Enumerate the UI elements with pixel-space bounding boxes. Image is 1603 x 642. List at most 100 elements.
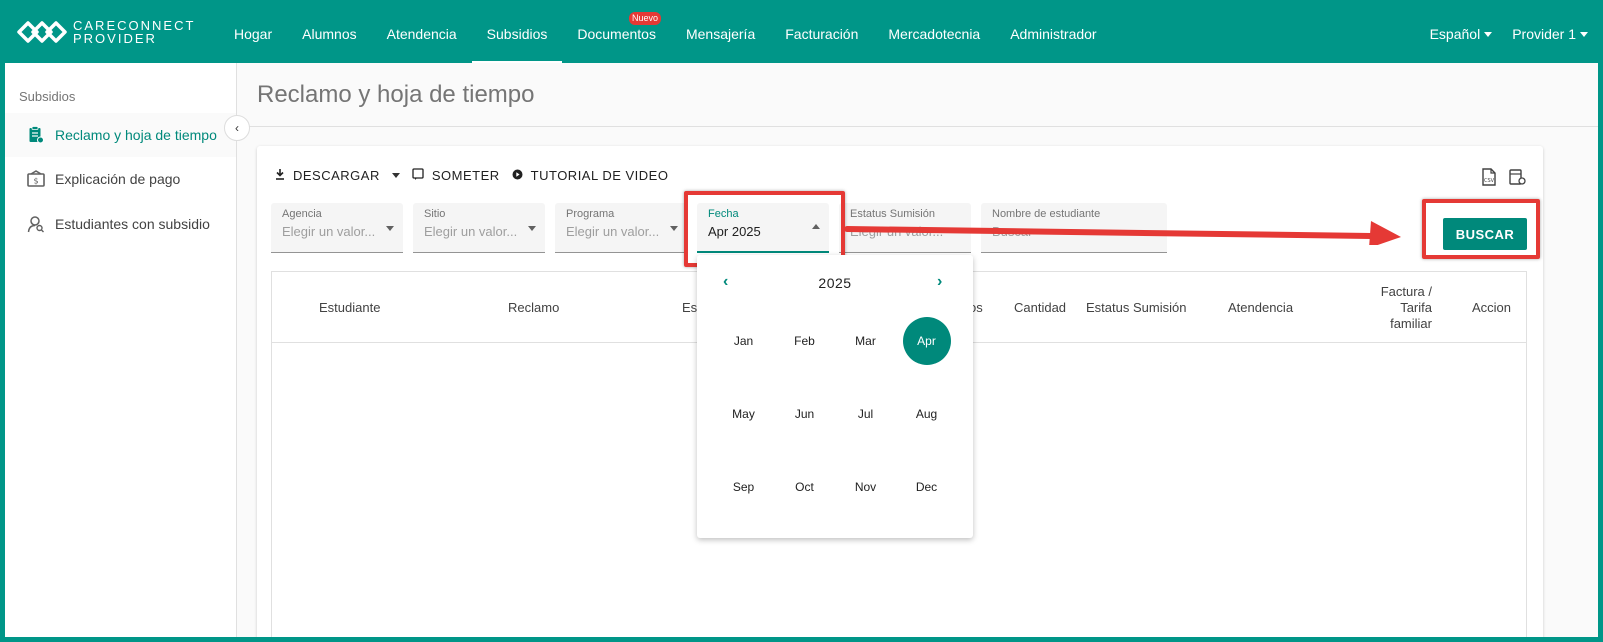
month-label: Nov <box>854 480 877 494</box>
toolbar-right: CSV <box>1481 168 1526 186</box>
csv-file-icon[interactable]: CSV <box>1481 168 1497 186</box>
month-picker: ‹ 2025 › Jan Feb Mar Apr May Jun Jul Aug… <box>697 255 973 538</box>
column-accion[interactable]: Accion <box>1472 272 1511 343</box>
nav-facturacion[interactable]: Facturación <box>770 5 873 63</box>
careconnect-logo-icon <box>17 21 67 43</box>
clipboard-icon <box>27 126 45 144</box>
chevron-down-icon[interactable] <box>391 173 400 178</box>
submit-button[interactable]: SOMETER <box>412 168 500 183</box>
toolbar: DESCARGAR SOMETER TUTORIAL DE VIDEO <box>275 168 680 183</box>
submit-label: SOMETER <box>431 168 500 183</box>
brand-line-2: PROVIDER <box>73 31 157 46</box>
month-feb[interactable]: Feb <box>774 317 835 390</box>
language-label: Español <box>1429 26 1481 42</box>
dropdown-arrow-icon <box>386 226 394 231</box>
collapse-sidebar-button[interactable]: ‹ <box>224 115 250 141</box>
annotation-arrow-icon <box>844 221 1401 245</box>
sitio-placeholder: Elegir un valor... <box>424 224 518 239</box>
nav-hogar[interactable]: Hogar <box>219 5 287 63</box>
nav-right: Español Provider 1 <box>1420 5 1598 63</box>
month-label: Aug <box>915 407 938 421</box>
sitio-label: Sitio <box>424 208 446 220</box>
top-navbar: CARECONNECT PROVIDER Hogar Alumnos Atend… <box>5 5 1598 63</box>
month-label: Mar <box>855 334 876 348</box>
month-jun[interactable]: Jun <box>774 390 835 463</box>
svg-text:CSV: CSV <box>1484 178 1495 184</box>
sidebar-item-label: Reclamo y hoja de tiempo <box>55 127 217 143</box>
download-button[interactable]: DESCARGAR <box>275 168 400 183</box>
month-dec[interactable]: Dec <box>896 463 957 536</box>
download-label: DESCARGAR <box>293 168 380 183</box>
page-title: Reclamo y hoja de tiempo <box>257 81 535 108</box>
user-label: Provider 1 <box>1512 26 1576 42</box>
sitio-select[interactable]: Sitio Elegir un valor... <box>413 203 545 253</box>
note-icon <box>412 168 424 183</box>
nav-administrador[interactable]: Administrador <box>995 5 1111 63</box>
sidebar-item-label: Explicación de pago <box>55 171 181 187</box>
dropdown-arrow-icon <box>670 226 678 231</box>
play-circle-icon <box>512 169 523 183</box>
month-mar[interactable]: Mar <box>835 317 896 390</box>
download-icon <box>275 168 285 183</box>
nav-subsidios[interactable]: Subsidios <box>471 5 563 63</box>
language-menu[interactable]: Español <box>1420 5 1503 63</box>
month-aug[interactable]: Aug <box>896 390 957 463</box>
sidebar-item-explicacion[interactable]: $ Explicación de pago <box>5 157 236 201</box>
chevron-right-icon[interactable]: › <box>937 273 942 291</box>
user-menu[interactable]: Provider 1 <box>1502 5 1598 63</box>
month-grid: Jan Feb Mar Apr May Jun Jul Aug Sep Oct … <box>713 317 957 536</box>
column-cantidad[interactable]: Cantidad <box>1014 272 1066 343</box>
column-estudiante[interactable]: Estudiante <box>319 272 380 343</box>
month-may[interactable]: May <box>713 390 774 463</box>
app-frame: CARECONNECT PROVIDER Hogar Alumnos Atend… <box>5 5 1598 637</box>
month-label: Dec <box>915 480 938 494</box>
chevron-down-icon <box>1484 31 1493 37</box>
month-oct[interactable]: Oct <box>774 463 835 536</box>
column-estado[interactable]: Es <box>682 272 697 343</box>
user-search-icon <box>27 215 45 233</box>
sidebar: Subsidios Reclamo y hoja de tiempo $ Exp… <box>5 63 237 637</box>
picker-year[interactable]: 2025 <box>697 275 973 291</box>
column-reclamo[interactable]: Reclamo <box>508 272 559 343</box>
video-tutorial-button[interactable]: TUTORIAL DE VIDEO <box>512 168 669 183</box>
buscar-highlight-box <box>1422 199 1540 259</box>
programa-label: Programa <box>566 208 615 220</box>
month-label: Jan <box>733 334 754 348</box>
programa-select[interactable]: Programa Elegir un valor... <box>555 203 687 253</box>
brand-logo[interactable]: CARECONNECT PROVIDER <box>15 17 195 47</box>
nav-atendencia[interactable]: Atendencia <box>372 5 472 63</box>
nav-mensajeria[interactable]: Mensajería <box>671 5 770 63</box>
month-label: Jul <box>857 407 874 421</box>
month-picker-header: ‹ 2025 › <box>697 255 973 309</box>
nav-alumnos[interactable]: Alumnos <box>287 5 371 63</box>
month-sep[interactable]: Sep <box>713 463 774 536</box>
column-estatus-sumision[interactable]: Estatus Sumisión <box>1086 272 1186 343</box>
chevron-left-icon: ‹ <box>235 121 239 135</box>
agencia-label: Agencia <box>282 208 322 220</box>
header-divider <box>237 126 1598 127</box>
svg-text:$: $ <box>33 177 38 186</box>
nav-documentos[interactable]: Documentos Nuevo <box>562 5 671 63</box>
video-tutorial-label: TUTORIAL DE VIDEO <box>530 168 669 183</box>
sidebar-title: Subsidios <box>19 89 76 104</box>
brand-text: CARECONNECT PROVIDER <box>73 19 195 45</box>
agencia-select[interactable]: Agencia Elegir un valor... <box>271 203 403 253</box>
month-apr-selected[interactable]: Apr <box>896 317 957 390</box>
column-atendencia[interactable]: Atendencia <box>1228 272 1293 343</box>
agencia-placeholder: Elegir un valor... <box>282 224 376 239</box>
programa-placeholder: Elegir un valor... <box>566 224 660 239</box>
month-jul[interactable]: Jul <box>835 390 896 463</box>
new-badge: Nuevo <box>628 12 661 25</box>
sidebar-item-reclamo[interactable]: Reclamo y hoja de tiempo <box>5 113 236 157</box>
month-label: Jun <box>794 407 815 421</box>
bank-icon: $ <box>27 170 45 188</box>
month-jan[interactable]: Jan <box>713 317 774 390</box>
column-settings-icon[interactable] <box>1509 168 1526 186</box>
chevron-down-icon <box>1580 31 1588 37</box>
column-factura-tarifa[interactable]: Factura / Tarifa familiar <box>1372 272 1432 343</box>
nav-mercadotecnia[interactable]: Mercadotecnia <box>873 5 995 63</box>
month-nov[interactable]: Nov <box>835 463 896 536</box>
month-label: Oct <box>795 480 814 494</box>
sidebar-item-estudiantes[interactable]: Estudiantes con subsidio <box>5 202 236 246</box>
month-label: Apr <box>902 317 951 365</box>
